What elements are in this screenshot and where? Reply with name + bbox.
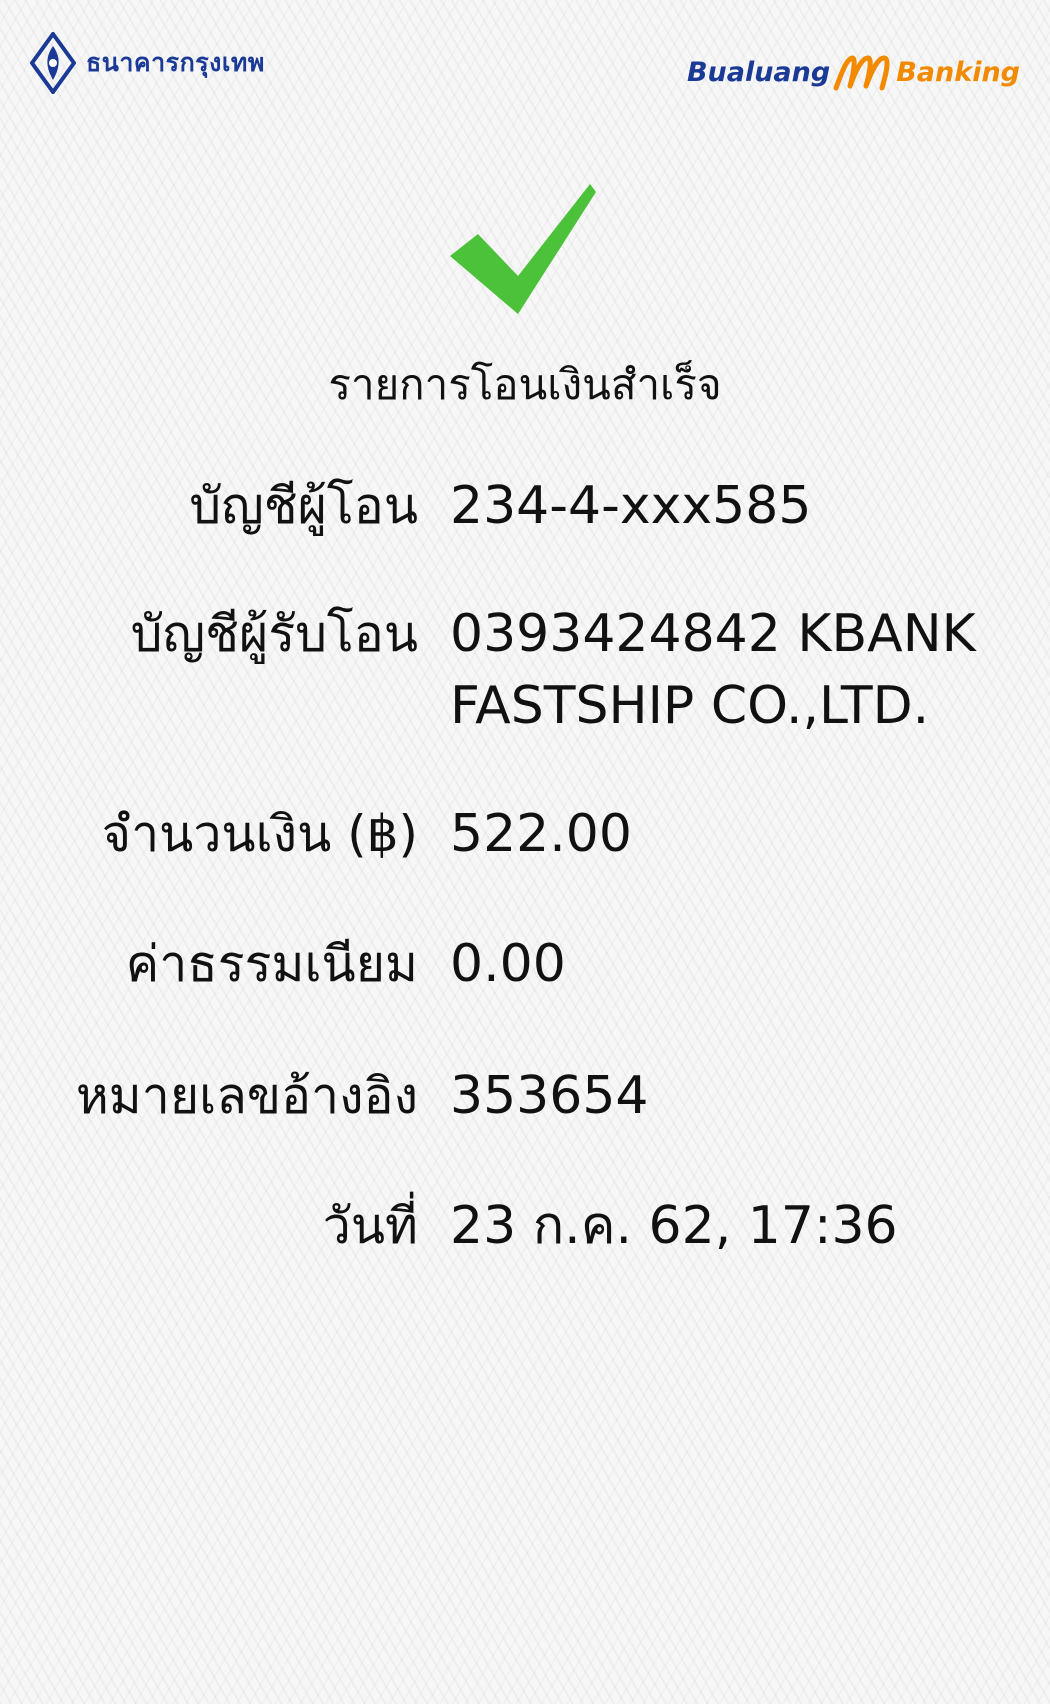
- to-account-number: 0393424842 KBANK: [450, 604, 976, 664]
- from-account-value: 234-4-xxx585: [450, 476, 812, 536]
- detail-row-date: วันที่ 23 ก.ค. 62, 17:36: [0, 1190, 1050, 1262]
- to-account-name: FASTSHIP CO.,LTD.: [450, 676, 930, 736]
- detail-row-from-account: บัญชีผู้โอน 234-4-xxx585: [0, 470, 1050, 542]
- amount-label: จำนวนเงิน (฿): [101, 805, 418, 863]
- brand-banking: Banking: [896, 56, 1020, 88]
- amount-value: 522.00: [450, 804, 632, 864]
- fee-value: 0.00: [450, 934, 566, 994]
- brand-bualuang: Bualuang: [686, 56, 831, 88]
- detail-row-to-account: บัญชีผู้รับโอน 0393424842 KBANK FASTSHIP…: [0, 598, 1050, 742]
- bangkok-bank-logo: ธนาคารกรุงเทพ: [30, 32, 265, 94]
- check-icon: [450, 184, 596, 314]
- bank-name: ธนาคารกรุงเทพ: [86, 48, 265, 77]
- fee-label: ค่าธรรมเนียม: [125, 935, 418, 993]
- to-account-label: บัญชีผู้รับโอน: [130, 605, 418, 663]
- bualuang-mbanking-logo: Bualuang Banking: [687, 52, 1020, 92]
- date-value: 23 ก.ค. 62, 17:36: [450, 1196, 898, 1256]
- status-title: รายการโอนเงินสำเร็จ: [328, 360, 722, 409]
- detail-row-amount: จำนวนเงิน (฿) 522.00: [0, 798, 1050, 870]
- detail-row-reference: หมายเลขอ้างอิง 353654: [0, 1060, 1050, 1132]
- date-label: วันที่: [322, 1197, 418, 1255]
- to-account-value: 0393424842 KBANK FASTSHIP CO.,LTD.: [450, 598, 976, 742]
- reference-value: 353654: [450, 1066, 649, 1126]
- from-account-label: บัญชีผู้โอน: [189, 477, 418, 535]
- m-mark-icon: [833, 55, 890, 91]
- reference-label: หมายเลขอ้างอิง: [75, 1067, 418, 1125]
- lotus-emblem-icon: [30, 32, 76, 94]
- detail-row-fee: ค่าธรรมเนียม 0.00: [0, 928, 1050, 1000]
